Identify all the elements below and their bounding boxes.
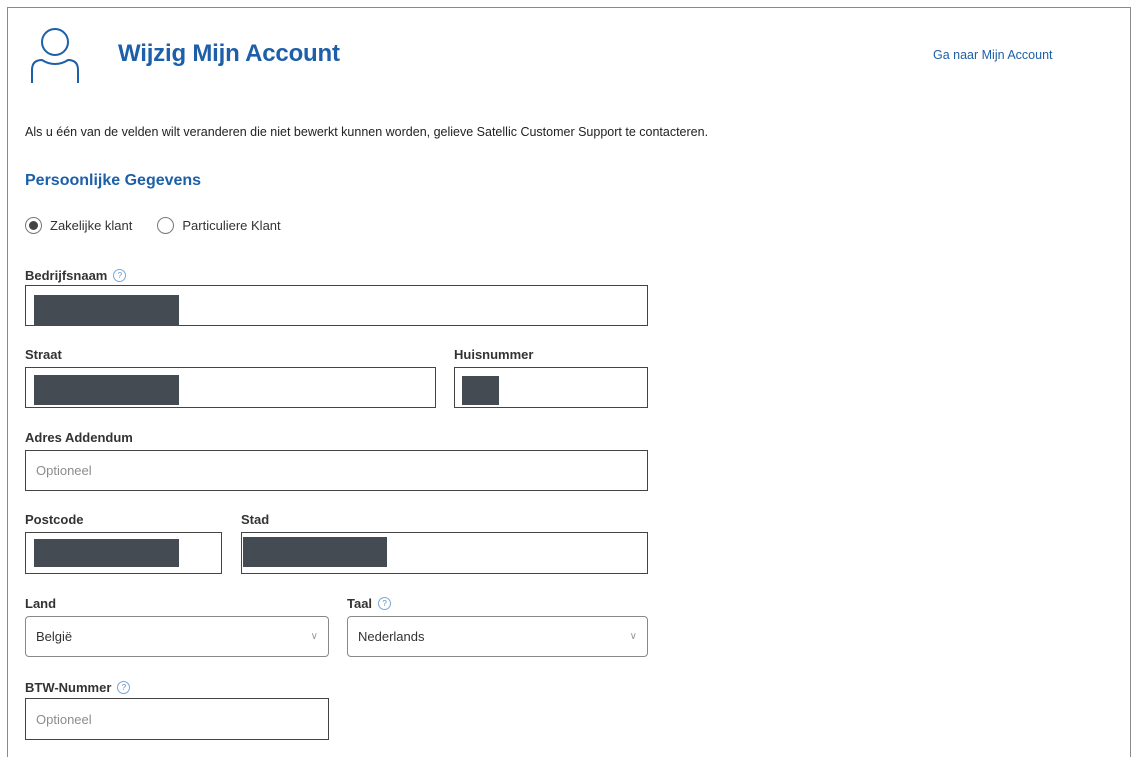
address-addendum-input[interactable] [25, 450, 648, 491]
redacted-block [34, 295, 179, 326]
company-name-label: Bedrijfsnaam ? [25, 268, 127, 283]
page-title: Wijzig Mijn Account [118, 40, 340, 67]
country-value: België [36, 629, 73, 644]
country-select[interactable]: België ∨ [25, 616, 329, 657]
customer-type-group: Zakelijke klant Particuliere Klant [25, 217, 306, 234]
radio-business-customer[interactable] [25, 217, 42, 234]
radio-label-private[interactable]: Particuliere Klant [182, 218, 280, 233]
intro-text: Als u één van de velden wilt veranderen … [25, 125, 709, 139]
language-label: Taal ? [347, 596, 392, 611]
city-label: Stad [241, 512, 270, 527]
vat-number-label-text: BTW-Nummer [25, 680, 112, 695]
chevron-down-icon: ∨ [629, 631, 637, 642]
vat-number-input[interactable] [25, 698, 329, 740]
company-name-label-text: Bedrijfsnaam [25, 268, 108, 283]
go-to-account-link[interactable]: Ga naar Mijn Account [933, 48, 1053, 62]
redacted-block [462, 376, 499, 405]
redacted-block [34, 375, 179, 405]
vat-number-label: BTW-Nummer ? [25, 680, 131, 695]
help-icon[interactable]: ? [117, 681, 131, 694]
help-icon[interactable]: ? [113, 269, 127, 282]
radio-private-customer[interactable] [157, 217, 175, 234]
redacted-block [243, 537, 387, 567]
chevron-down-icon: ∨ [310, 631, 318, 642]
redacted-block [34, 539, 179, 567]
help-icon[interactable]: ? [378, 597, 392, 610]
section-title: Persoonlijke Gegevens [25, 172, 202, 189]
postcode-label: Postcode [25, 512, 84, 527]
radio-label-business[interactable]: Zakelijke klant [50, 218, 132, 233]
language-value: Nederlands [358, 629, 425, 644]
user-icon [31, 28, 79, 83]
house-number-label: Huisnummer [454, 347, 534, 362]
country-label: Land [25, 596, 57, 611]
language-label-text: Taal [347, 596, 373, 611]
address-addendum-label: Adres Addendum [25, 430, 133, 445]
language-select[interactable]: Nederlands ∨ [347, 616, 648, 657]
street-label: Straat [25, 347, 62, 362]
